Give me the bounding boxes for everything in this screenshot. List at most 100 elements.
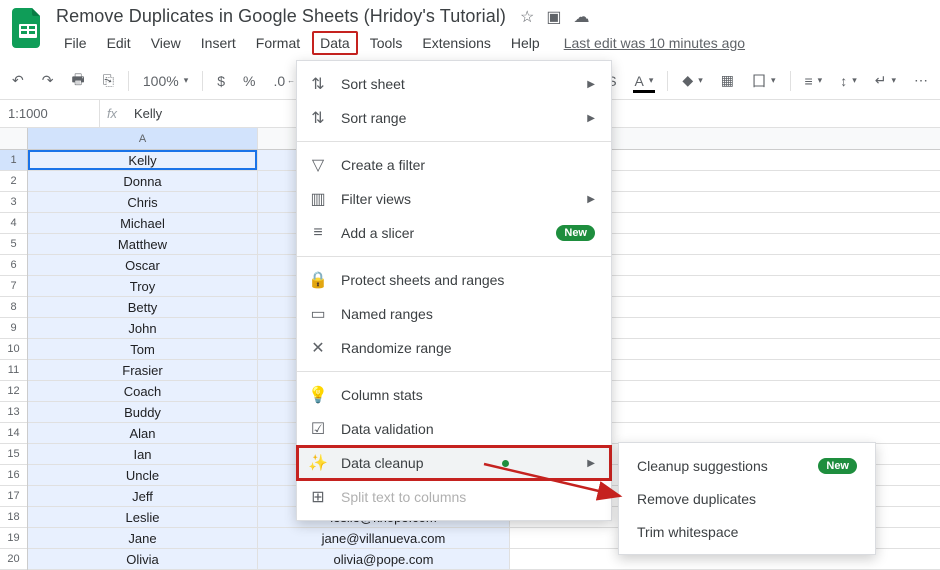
submenu-item-trim-whitespace[interactable]: Trim whitespace: [619, 515, 875, 548]
cell[interactable]: Coach: [28, 381, 258, 401]
row-header[interactable]: 14: [0, 423, 27, 444]
menu-item-create-a-filter[interactable]: ▽ Create a filter: [297, 148, 611, 182]
menu-format[interactable]: Format: [248, 31, 308, 55]
cloud-icon[interactable]: ☁: [574, 7, 590, 27]
row-header[interactable]: 4: [0, 213, 27, 234]
row-header[interactable]: 10: [0, 339, 27, 360]
cell[interactable]: Jeff: [28, 486, 258, 506]
menu-item-sort-sheet[interactable]: ⇅Sort sheet▶: [297, 67, 611, 101]
cell[interactable]: Oscar: [28, 255, 258, 275]
row-header[interactable]: 16: [0, 465, 27, 486]
sort-az-icon: ⇅: [309, 74, 327, 94]
menu-tools[interactable]: Tools: [362, 31, 411, 55]
menu-insert[interactable]: Insert: [193, 31, 244, 55]
cell[interactable]: Ian: [28, 444, 258, 464]
menu-item-label: Split text to columns: [341, 489, 466, 505]
row-header[interactable]: 11: [0, 360, 27, 381]
row-header[interactable]: 15: [0, 444, 27, 465]
cell[interactable]: Troy: [28, 276, 258, 296]
submenu-item-remove-duplicates[interactable]: Remove duplicates: [619, 482, 875, 515]
more-icon[interactable]: ⋯: [910, 68, 932, 93]
text-color-button[interactable]: A: [631, 69, 658, 93]
cell[interactable]: Betty: [28, 297, 258, 317]
menu-extensions[interactable]: Extensions: [414, 31, 498, 55]
cell[interactable]: Matthew: [28, 234, 258, 254]
cell[interactable]: olivia@pope.com: [258, 549, 510, 569]
cell[interactable]: Michael: [28, 213, 258, 233]
shuffle-icon: ✕: [309, 338, 327, 358]
menu-item-sort-range[interactable]: ⇅Sort range▶: [297, 101, 611, 135]
row-header[interactable]: 2: [0, 171, 27, 192]
menu-item-data-validation[interactable]: ☑Data validation: [297, 412, 611, 446]
menu-item-protect-sheets-and-ranges[interactable]: 🔒Protect sheets and ranges: [297, 263, 611, 297]
select-all-corner[interactable]: [0, 128, 27, 150]
cell[interactable]: John: [28, 318, 258, 338]
move-icon[interactable]: ▣: [546, 7, 561, 27]
cell[interactable]: Donna: [28, 171, 258, 191]
cell[interactable]: Frasier: [28, 360, 258, 380]
sheets-logo[interactable]: [10, 6, 46, 50]
row-header[interactable]: 20: [0, 549, 27, 570]
cell[interactable]: Alan: [28, 423, 258, 443]
submenu-item-cleanup-suggestions[interactable]: Cleanup suggestionsNew: [619, 449, 875, 482]
borders-icon[interactable]: ▦: [717, 68, 738, 93]
menu-item-randomize-range[interactable]: ✕Randomize range: [297, 331, 611, 365]
row-header[interactable]: 9: [0, 318, 27, 339]
row-header[interactable]: 12: [0, 381, 27, 402]
menu-item-data-cleanup[interactable]: ✨Data cleanup▶: [297, 446, 611, 480]
row-header[interactable]: 5: [0, 234, 27, 255]
fill-color-icon[interactable]: ◆: [678, 68, 706, 93]
menu-item-filter-views[interactable]: ▥Filter views▶: [297, 182, 611, 216]
cell[interactable]: Jane: [28, 528, 258, 548]
cell[interactable]: Leslie: [28, 507, 258, 527]
col-header-a[interactable]: A: [28, 128, 258, 149]
row-header[interactable]: 17: [0, 486, 27, 507]
bulb-icon: 💡: [309, 385, 327, 405]
zoom-select[interactable]: 100%: [139, 69, 192, 93]
cell[interactable]: Tom: [28, 339, 258, 359]
last-edit-link[interactable]: Last edit was 10 minutes ago: [564, 35, 745, 51]
row-header[interactable]: 6: [0, 255, 27, 276]
menu-item-label: Create a filter: [341, 157, 425, 173]
funnel-icon: ▽: [309, 155, 327, 175]
menu-edit[interactable]: Edit: [99, 31, 139, 55]
print-icon[interactable]: 🖶: [67, 65, 88, 97]
menu-view[interactable]: View: [143, 31, 189, 55]
menu-item-column-stats[interactable]: 💡Column stats: [297, 378, 611, 412]
h-align-icon[interactable]: ≡: [801, 69, 827, 93]
menu-file[interactable]: File: [56, 31, 95, 55]
redo-icon[interactable]: ↷: [38, 68, 58, 93]
menu-help[interactable]: Help: [503, 31, 548, 55]
paint-format-icon[interactable]: ⎘: [99, 68, 118, 93]
v-align-icon[interactable]: ↕: [836, 69, 861, 93]
undo-icon[interactable]: ↶: [8, 68, 28, 93]
merge-icon[interactable]: ⼞: [748, 67, 780, 95]
row-header[interactable]: 19: [0, 528, 27, 549]
wrap-icon[interactable]: ↵: [871, 68, 900, 93]
row-header[interactable]: 8: [0, 297, 27, 318]
menu-item-label: Sort sheet: [341, 76, 405, 92]
row-header[interactable]: 7: [0, 276, 27, 297]
name-box[interactable]: 1:1000: [0, 100, 100, 127]
cell[interactable]: Olivia: [28, 549, 258, 569]
row-header[interactable]: 13: [0, 402, 27, 423]
cell[interactable]: Chris: [28, 192, 258, 212]
cell[interactable]: Uncle: [28, 465, 258, 485]
row-header[interactable]: 3: [0, 192, 27, 213]
cell[interactable]: Kelly: [28, 150, 258, 170]
doc-title[interactable]: Remove Duplicates in Google Sheets (Hrid…: [56, 6, 506, 27]
cell[interactable]: jane@villanueva.com: [258, 528, 510, 548]
row-header[interactable]: 18: [0, 507, 27, 528]
dec-down-button[interactable]: .0←: [269, 69, 299, 93]
menu-item-named-ranges[interactable]: ▭Named ranges: [297, 297, 611, 331]
menu-data[interactable]: Data: [312, 31, 358, 55]
cell[interactable]: Buddy: [28, 402, 258, 422]
sort-range-icon: ⇅: [309, 108, 327, 128]
currency-button[interactable]: $: [213, 69, 229, 93]
star-icon[interactable]: ☆: [520, 7, 534, 27]
row-header[interactable]: 1: [0, 150, 27, 171]
menu-item-add-a-slicer[interactable]: ≡Add a slicerNew: [297, 216, 611, 250]
percent-button[interactable]: %: [239, 69, 259, 93]
formula-bar-value[interactable]: Kelly: [124, 106, 162, 121]
fx-icon: fx: [100, 106, 124, 121]
